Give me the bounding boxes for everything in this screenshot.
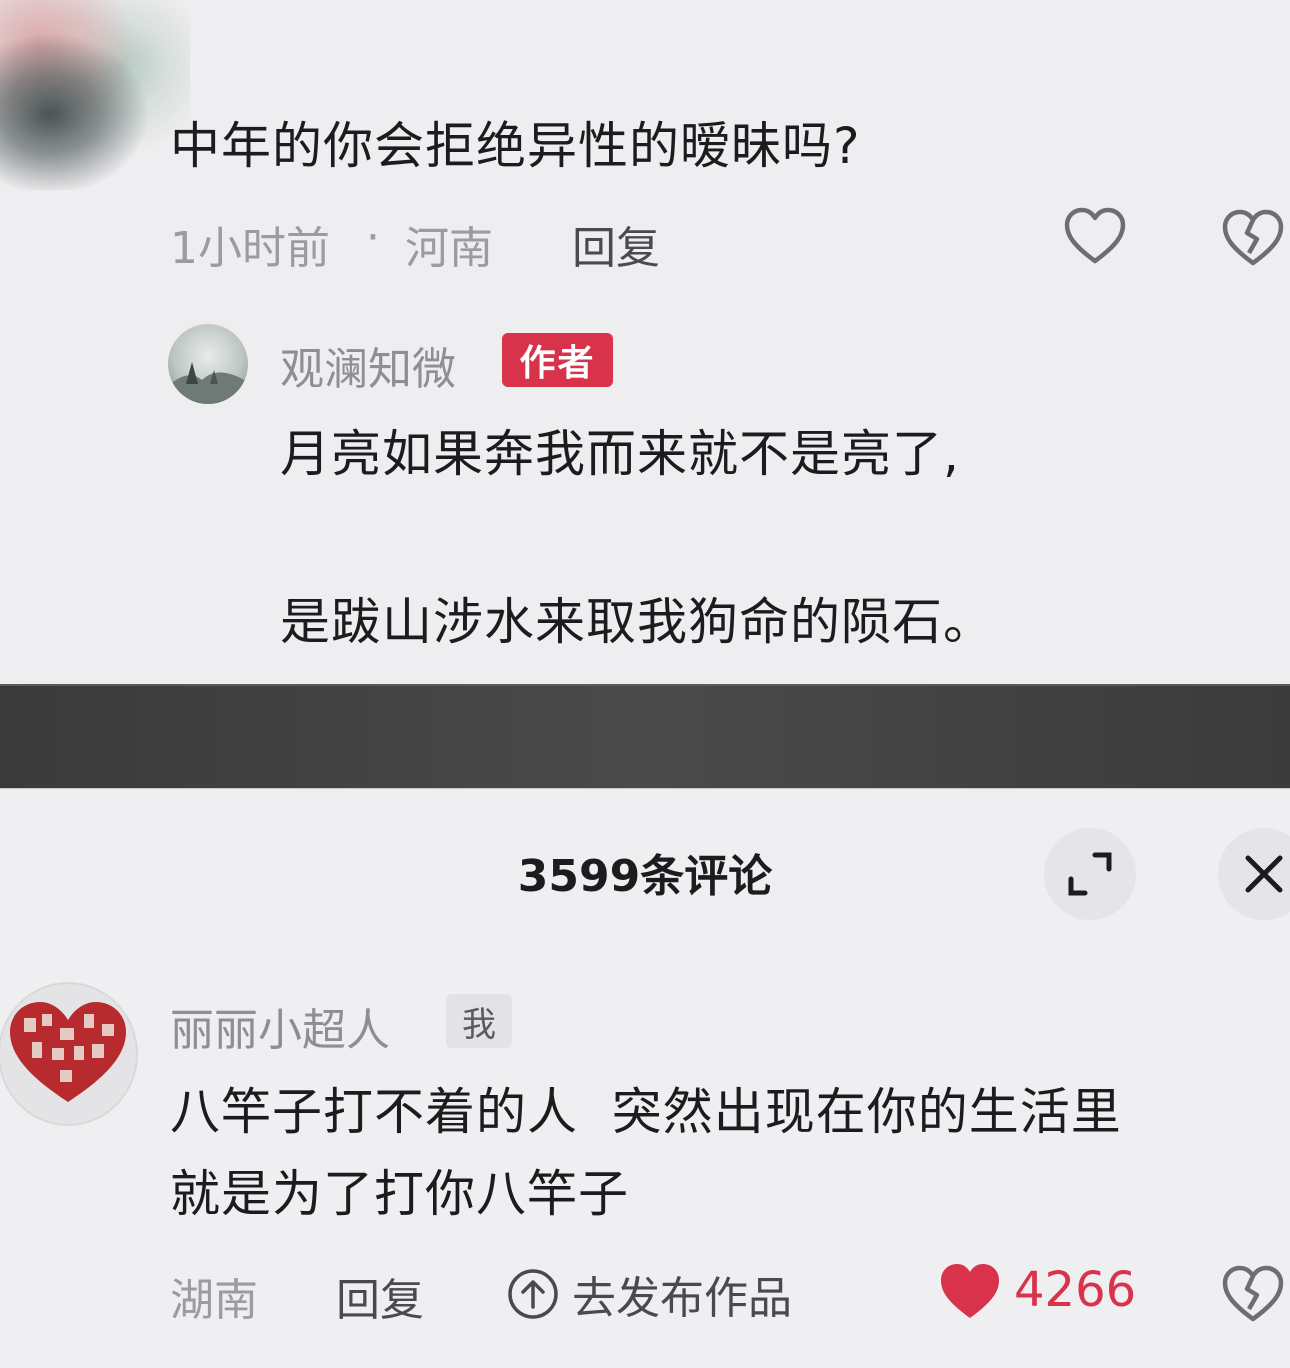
- comment-text: 中年的你会拒绝异性的暧昧吗?: [170, 117, 861, 175]
- author-badge: 作者: [502, 333, 613, 387]
- like-count: 4266: [1014, 1262, 1137, 1318]
- my-reply-button[interactable]: 回复: [336, 1264, 424, 1328]
- broken-heart-icon[interactable]: [1218, 204, 1288, 274]
- heart-filled-icon[interactable]: [936, 1258, 1004, 1326]
- publish-work-label: 去发布作品: [572, 1273, 792, 1324]
- my-comment-line1: 八竿子打不着的人 突然出现在你的生活里: [170, 1083, 1122, 1141]
- my-avatar[interactable]: [0, 982, 138, 1126]
- author-avatar[interactable]: [168, 324, 248, 404]
- heart-outline-icon[interactable]: [1060, 202, 1130, 272]
- author-username[interactable]: 观澜知微: [280, 333, 456, 397]
- publish-work-button[interactable]: 去发布作品: [506, 1262, 792, 1326]
- me-badge: 我: [446, 994, 512, 1048]
- my-comment-location: 湖南: [170, 1275, 258, 1326]
- close-icon: [1244, 854, 1284, 894]
- comment-time: 1小时前: [170, 223, 330, 274]
- meta-separator: ·: [366, 212, 380, 263]
- divider-band: [0, 684, 1290, 791]
- broken-heart-icon[interactable]: [1218, 1260, 1288, 1330]
- my-comment-line2: 就是为了打你八竿子: [170, 1165, 629, 1223]
- commenter-avatar[interactable]: [0, 0, 190, 190]
- expand-icon: [1067, 851, 1113, 897]
- my-username[interactable]: 丽丽小超人: [170, 994, 390, 1058]
- reply-text-line2: 是跋山涉水来取我狗命的陨石。: [280, 593, 994, 651]
- reply-text-line1: 月亮如果奔我而来就不是亮了,: [280, 425, 960, 483]
- comment-location: 河南: [405, 223, 493, 274]
- reply-button[interactable]: 回复: [572, 212, 660, 276]
- expand-button[interactable]: [1044, 828, 1136, 920]
- upload-circle-icon: [506, 1267, 560, 1321]
